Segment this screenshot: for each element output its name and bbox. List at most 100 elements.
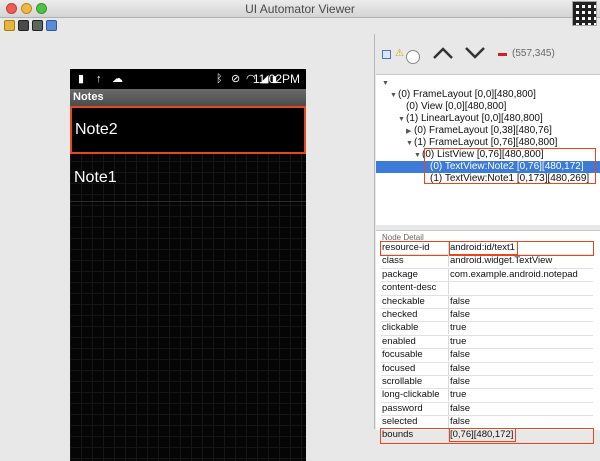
detail-key: scrollable: [382, 375, 423, 387]
column-divider: [448, 362, 449, 375]
detail-row-long-clickable[interactable]: long-clickable true: [381, 389, 593, 403]
tree-node-label: (0) ListView [0,76][480,800]: [422, 149, 544, 160]
window-title: UI Automator Viewer: [245, 2, 355, 16]
detail-value: android:id/text1: [449, 241, 518, 255]
detail-key: content-desc: [382, 282, 437, 294]
status-time: 11:02PM: [252, 72, 300, 86]
tree-node[interactable]: (1) TextView:Note1 [0,173][480,269]: [422, 173, 589, 185]
detail-value: false: [450, 362, 471, 374]
detail-value: true: [450, 389, 467, 401]
detail-value: true: [450, 335, 467, 347]
detail-row-checkable[interactable]: checkable false: [381, 295, 593, 309]
tree-node[interactable]: ▼(0) ListView [0,76][480,800]: [414, 149, 544, 161]
sd-card-icon: ▮: [78, 73, 85, 85]
tree-node-label: (0) View [0,0][480,800]: [406, 101, 507, 112]
detail-row-bounds[interactable]: bounds [0,76][480,172]: [380, 428, 594, 444]
tree-toolbar: ⚠ (557,345): [376, 34, 600, 70]
column-divider: [448, 402, 449, 415]
detail-value: [0,76][480,172]: [448, 428, 517, 443]
device-screenshot-compressed-icon[interactable]: [32, 20, 43, 31]
detail-key: enabled: [382, 335, 416, 347]
expand-all-icon[interactable]: [382, 50, 391, 59]
tree-node-label: (0) TextView:Note2 [0,76][480,172]: [430, 161, 584, 172]
detail-value: false: [450, 402, 471, 414]
hierarchy-panel: ⚠ (557,345) ▼ ▼(0) FrameLayout [0,0][480…: [376, 34, 600, 226]
note-item-selected[interactable]: Note2: [70, 106, 306, 154]
tree-twisty-icon[interactable]: ▼: [390, 90, 398, 102]
detail-value: false: [450, 416, 471, 428]
detail-key: clickable: [382, 322, 419, 334]
note-title: Note2: [75, 121, 118, 138]
detail-key: password: [382, 402, 423, 414]
upload-icon: ↑: [96, 73, 102, 85]
app-title: Notes: [73, 91, 104, 103]
tree-node[interactable]: ▼(0) FrameLayout [0,0][480,800]: [390, 89, 536, 101]
node-detail-header: Node Detail: [382, 233, 424, 242]
next-node-icon[interactable]: [464, 46, 486, 60]
open-folder-icon[interactable]: [4, 20, 15, 31]
qr-code-icon: [572, 1, 597, 26]
tree-node-label: (1) TextView:Note1 [0,173][480,269]: [430, 173, 590, 184]
detail-value: com.example.android.notepad: [450, 268, 578, 280]
tree-node-selected[interactable]: (0) TextView:Note2 [0,76][480,172]: [376, 161, 600, 173]
tree-node-label: (0) FrameLayout [0,0][480,800]: [398, 89, 536, 100]
detail-row-class[interactable]: class android.widget.TextView: [381, 255, 593, 269]
detail-row-content-desc[interactable]: content-desc: [381, 282, 593, 296]
column-divider: [448, 282, 449, 295]
detail-key: bounds: [382, 429, 414, 441]
detail-row-focusable[interactable]: focusable false: [381, 349, 593, 363]
column-divider: [448, 268, 449, 281]
warning-icon[interactable]: ⚠: [395, 48, 404, 59]
detail-value: true: [450, 322, 467, 334]
tree-twisty-icon[interactable]: ▼: [406, 138, 414, 150]
node-detail-table: resource-id android:id/text1 class android.…: [380, 240, 594, 444]
column-divider: [448, 308, 449, 321]
tree-node[interactable]: (0) View [0,0][480,800]: [398, 101, 506, 113]
clear-highlight-icon[interactable]: [498, 53, 507, 56]
column-divider: [448, 242, 449, 254]
mute-icon: ⊘: [231, 73, 241, 85]
detail-key: package: [382, 268, 418, 280]
save-icon[interactable]: [46, 20, 57, 31]
hierarchy-tree[interactable]: ▼ ▼(0) FrameLayout [0,0][480,800] (0) Vie…: [376, 74, 600, 225]
detail-row-selected[interactable]: selected false: [381, 416, 593, 430]
detail-row-password[interactable]: password false: [381, 402, 593, 417]
tree-node[interactable]: ▶ (0) FrameLayout [0,38][480,76]: [406, 125, 552, 137]
column-divider: [448, 389, 449, 402]
tree-node[interactable]: ▼(1) FrameLayout [0,76][480,800]: [406, 137, 557, 149]
detail-key: focused: [382, 362, 416, 374]
tree-node[interactable]: ▼(1) LinearLayout [0,0][480,800]: [398, 113, 543, 125]
tree-twisty-icon[interactable]: ▼: [398, 114, 406, 126]
detail-row-focused[interactable]: focused false: [381, 362, 593, 376]
status-bar: ▮ ↑ ☁ ᛒ ⊘ ◠ ◢ ▮ 11:02PM: [70, 69, 306, 89]
detail-key: checked: [382, 308, 418, 320]
detail-value: false: [450, 308, 471, 320]
cloud-icon: ☁: [112, 73, 123, 85]
note-title: Note1: [74, 169, 117, 186]
tree-node-label: (0) FrameLayout [0,38][480,76]: [414, 125, 552, 136]
detail-row-clickable[interactable]: clickable true: [381, 322, 593, 336]
tree-root-twisty[interactable]: ▼: [382, 77, 390, 89]
column-divider: [448, 416, 449, 429]
column-divider: [448, 322, 449, 335]
device-screenshot-panel: ▮ ↑ ☁ ᛒ ⊘ ◠ ◢ ▮ 11:02PM Notes Note2 Note…: [0, 34, 375, 461]
main-toolbar: [0, 18, 570, 34]
title-bar: UI Automator Viewer: [0, 0, 600, 18]
node-detail-panel: Node Detail resource-id android:id/text1 c…: [376, 230, 600, 444]
phone-screen[interactable]: ▮ ↑ ☁ ᛒ ⊘ ◠ ◢ ▮ 11:02PM Notes Note2 Note…: [70, 69, 306, 461]
detail-row-resource-id[interactable]: resource-id android:id/text1: [380, 240, 594, 257]
detail-row-enabled[interactable]: enabled true: [381, 335, 593, 350]
device-screenshot-icon[interactable]: [18, 20, 29, 31]
column-divider: [448, 429, 449, 442]
column-divider: [448, 295, 449, 308]
detail-row-checked[interactable]: checked false: [381, 308, 593, 323]
previous-node-icon[interactable]: [432, 46, 454, 60]
detail-key: long-clickable: [382, 389, 440, 401]
cursor-coordinates: (557,345): [512, 48, 555, 59]
detail-key: class: [382, 255, 404, 267]
toggle-nav-icon[interactable]: [406, 50, 420, 64]
detail-row-scrollable[interactable]: scrollable false: [381, 375, 593, 390]
app-action-bar: Notes: [70, 89, 306, 106]
detail-row-package[interactable]: package com.example.android.notepad: [381, 268, 593, 283]
note-item[interactable]: Note1: [70, 154, 306, 202]
